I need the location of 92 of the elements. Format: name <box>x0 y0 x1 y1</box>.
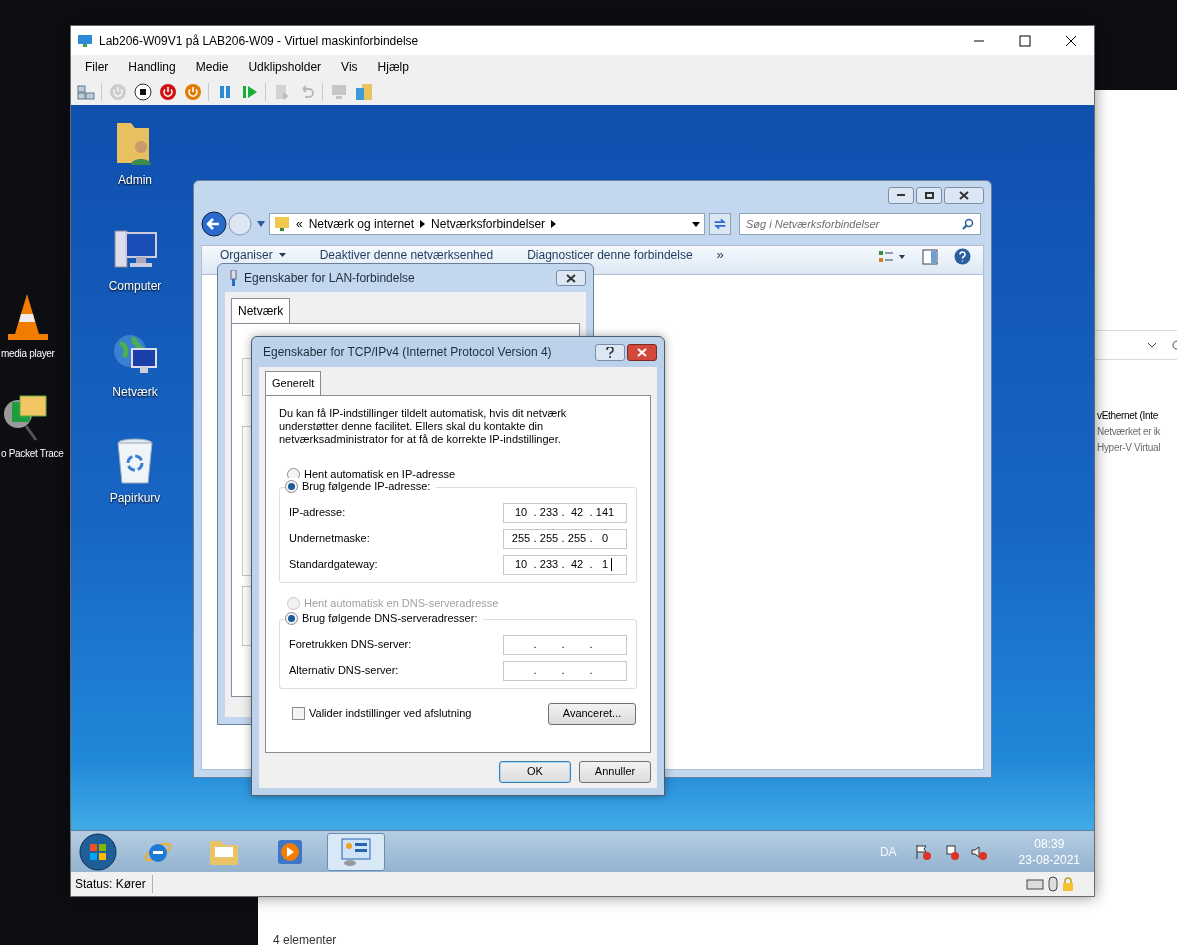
close-button[interactable] <box>627 343 657 361</box>
search-field[interactable]: Søg i Netværksforbindelser <box>739 213 981 235</box>
breadcrumb-item[interactable]: Netværk og internet <box>308 215 415 233</box>
field-label: IP-adresse: <box>289 505 346 521</box>
command-button[interactable]: Deaktiver denne netværksenhed <box>319 248 494 262</box>
speaker-muted-icon[interactable] <box>970 843 987 860</box>
chevron-down-icon[interactable] <box>1147 340 1157 350</box>
ip-address-field[interactable]: 10 . 233 . 42 . 1 <box>503 554 627 575</box>
ip-address-field[interactable]: . . . <box>503 660 627 681</box>
close-icon <box>959 190 969 200</box>
start-orb-icon[interactable] <box>79 832 117 871</box>
more-commands-button[interactable]: » <box>716 248 724 262</box>
caret-down-icon[interactable] <box>692 221 700 227</box>
intro-text: Du kan få IP-indstillinger tildelt automatisk, hvis dit netværk understøtter denne facilitet. Ellers skal du kontakte din netværksadministrator for at få de korrekte IP-indstillinger. <box>279 406 568 446</box>
connection-text: Hyper-V Virtual <box>1097 441 1161 455</box>
tab[interactable]: Netværk <box>231 298 291 323</box>
dialog-button[interactable]: OK <box>499 760 571 783</box>
shortcut-label[interactable]: media player <box>1 346 55 361</box>
ip-address-field[interactable]: . . . <box>503 634 627 655</box>
connector-icon <box>229 270 238 286</box>
menu-item[interactable]: Hjælp <box>367 58 419 76</box>
command-button[interactable]: Organiser <box>220 248 273 262</box>
flag-error-icon[interactable] <box>914 843 931 860</box>
dialog-title: Egenskaber for TCP/IPv4 (Internet Protocol Version 4) <box>263 344 552 361</box>
stop-icon[interactable] <box>134 83 152 101</box>
radio-label: Hent automatisk en IP-adresse <box>304 467 456 482</box>
close-button[interactable] <box>944 186 984 204</box>
control-panel-icon <box>340 836 372 867</box>
folder-icon[interactable] <box>355 83 373 101</box>
breadcrumb-item[interactable]: Netværksforbindelser <box>431 215 546 233</box>
power-icon[interactable] <box>184 83 202 101</box>
address-field[interactable] <box>1094 330 1177 360</box>
window-title: Lab206-W09V1 på LAB206-W09 - Virtuel maskinforbindelse <box>99 32 419 50</box>
help-icon[interactable] <box>954 248 971 265</box>
menu-item[interactable]: Handling <box>118 58 186 76</box>
menu-item[interactable]: Filer <box>75 58 119 76</box>
advanced-button[interactable]: Avanceret... <box>548 702 636 725</box>
command-button[interactable]: Diagnosticer denne forbindelse <box>527 248 693 262</box>
dialog-button[interactable]: Annuller <box>579 760 651 783</box>
maximize-button[interactable] <box>916 186 942 204</box>
desktop-icon-label[interactable]: Admin <box>118 171 152 189</box>
desktop-icon-label[interactable]: Netværk <box>112 383 158 401</box>
triangle-right-icon[interactable] <box>420 220 426 228</box>
menu-item[interactable]: Vis <box>331 58 368 76</box>
radio-label: Brug følgende DNS-serveradresser: <box>302 611 478 627</box>
close-button[interactable] <box>556 270 586 286</box>
power-icon[interactable] <box>159 83 177 101</box>
address-bar[interactable]: « Netværk og internet Netværksforbindelser <box>269 213 705 235</box>
checkbox[interactable] <box>292 707 305 720</box>
close-icon <box>566 273 576 283</box>
keys-icon[interactable] <box>77 83 95 101</box>
connection-text: Netværket er ik <box>1097 425 1161 439</box>
network-folder-icon <box>274 216 290 232</box>
radio-button[interactable] <box>285 612 298 625</box>
dialog-title: Egenskaber for LAN-forbindelse <box>244 270 415 287</box>
desktop-icon-label[interactable]: Computer <box>108 277 162 295</box>
shortcut-label[interactable]: o Packet Trace <box>1 446 64 461</box>
status-text: Status: Kører <box>75 875 153 893</box>
field-label: Standardgateway: <box>289 557 378 573</box>
question-mark-icon <box>606 346 614 358</box>
monitor-icon <box>77 32 93 49</box>
desktop-icon-label[interactable]: Papirkurv <box>109 489 161 507</box>
breadcrumb-chevron[interactable]: « <box>296 215 303 233</box>
tab[interactable]: Generelt <box>265 371 322 395</box>
menu-item[interactable]: Medie <box>185 58 239 76</box>
padlock-icon <box>1062 877 1074 891</box>
field-label: Foretrukken DNS-server: <box>289 637 412 653</box>
caret-down-icon[interactable] <box>278 253 286 257</box>
refresh-arrows-icon[interactable] <box>709 213 731 235</box>
ip-address-field[interactable]: 10 . 233 . 42 . 141 <box>503 502 627 523</box>
mouse-icon <box>1048 876 1058 892</box>
checkbox-label: Valider indstillinger ved afslutning <box>309 706 472 722</box>
triangle-right-icon[interactable] <box>551 220 557 228</box>
help-button[interactable] <box>595 343 625 361</box>
search-icon[interactable] <box>962 218 974 230</box>
connection-text: vEthernet (Inte <box>1097 409 1160 423</box>
radio-label: Brug følgende IP-adresse: <box>302 479 431 495</box>
keyboard-icon <box>1026 878 1044 890</box>
field-label: Undernetmaske: <box>289 531 370 547</box>
radio-label: Hent automatisk en DNS-serveradresse <box>304 596 499 612</box>
minimize-button[interactable] <box>888 186 914 204</box>
ip-address-field[interactable]: 255 . 255 . 255 . 0 <box>503 528 627 549</box>
close-icon <box>637 347 647 357</box>
view-options-icon[interactable] <box>878 248 906 265</box>
recycle-bin-icon[interactable] <box>115 437 155 485</box>
taskbar-button[interactable] <box>327 832 385 871</box>
radio-button[interactable] <box>285 480 298 493</box>
pane-icon[interactable] <box>922 248 938 265</box>
field-label: Alternativ DNS-server: <box>289 663 399 679</box>
play-icon[interactable] <box>241 83 259 101</box>
menu-item[interactable]: Udklipsholder <box>238 58 332 76</box>
item-count: 4 elementer <box>273 932 337 945</box>
